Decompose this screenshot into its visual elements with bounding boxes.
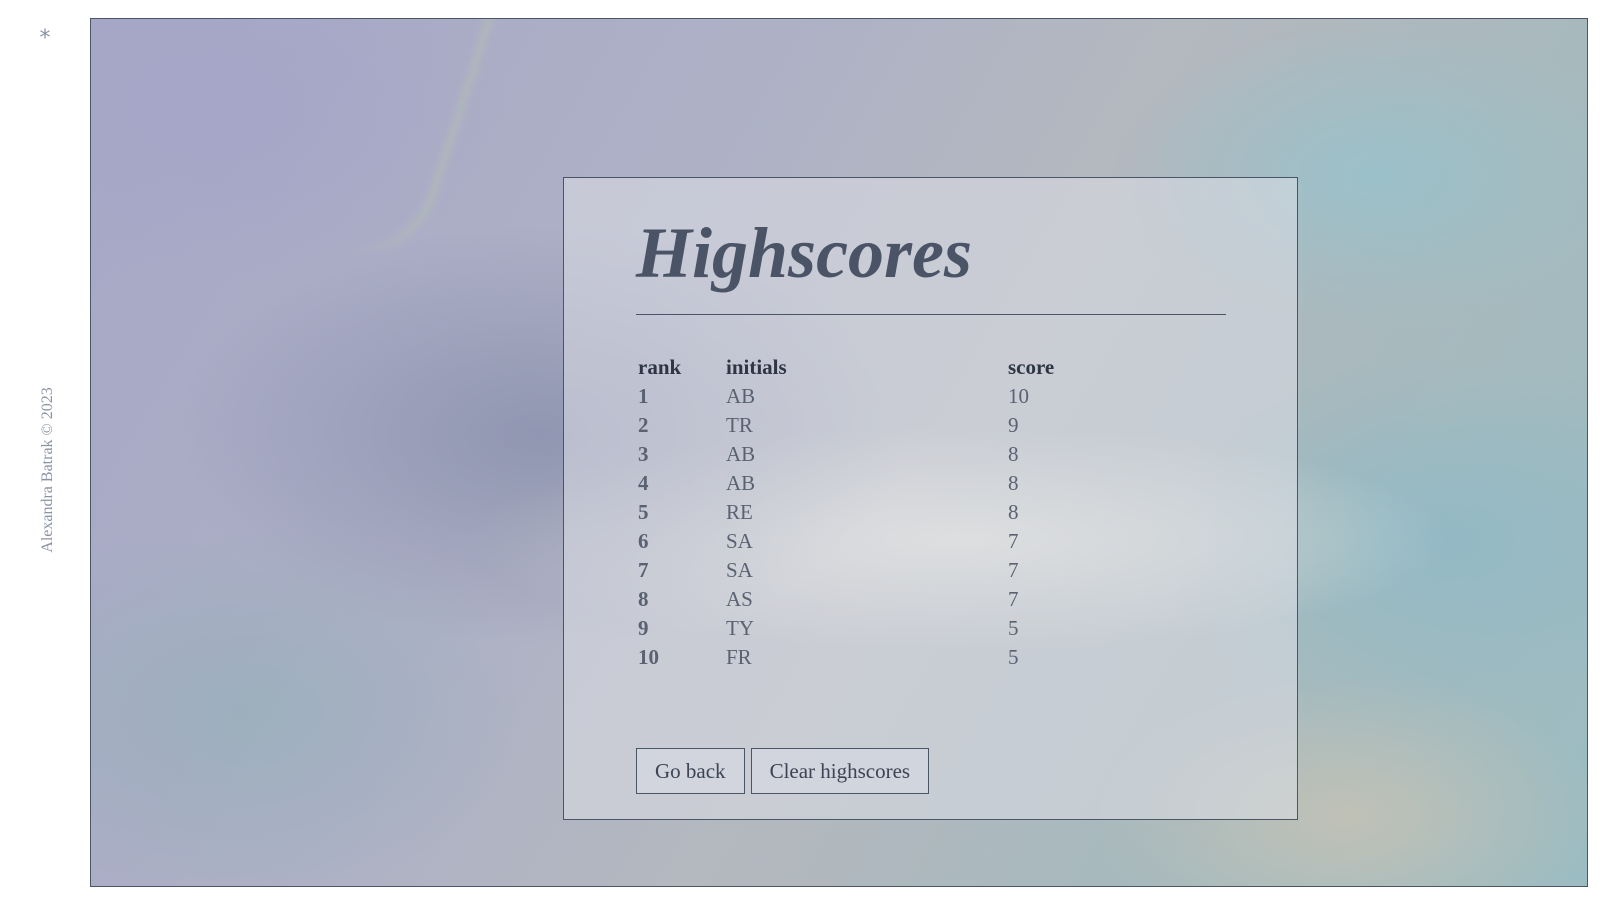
initials-cell: AB <box>726 384 756 408</box>
score-cell: 8 <box>1008 500 1019 524</box>
table-row: 3 AB 8 <box>634 440 1132 469</box>
rank-cell: 1 <box>638 384 649 408</box>
initials-cell: TR <box>726 413 753 437</box>
table-row: 4 AB 8 <box>634 469 1132 498</box>
rank-cell: 7 <box>638 558 649 582</box>
background-stage: Highscores rank initials score 1 AB 10 2 TR 9… <box>90 18 1588 887</box>
score-cell: 10 <box>1008 384 1029 408</box>
score-cell: 5 <box>1008 645 1019 669</box>
rank-cell: 4 <box>638 471 649 495</box>
rank-cell: 2 <box>638 413 649 437</box>
highscores-panel: Highscores rank initials score 1 AB 10 2 TR 9… <box>563 177 1298 820</box>
score-cell: 5 <box>1008 616 1019 640</box>
table-row: 9 TY 5 <box>634 614 1132 643</box>
clear-highscores-button[interactable]: Clear highscores <box>750 748 930 794</box>
rank-cell: 3 <box>638 442 649 466</box>
score-cell: 7 <box>1008 529 1019 553</box>
initials-cell: RE <box>726 500 753 524</box>
initials-cell: TY <box>726 616 754 640</box>
initials-cell: SA <box>726 529 753 553</box>
table-row: 5 RE 8 <box>634 498 1132 527</box>
score-cell: 8 <box>1008 442 1019 466</box>
initials-cell: SA <box>726 558 753 582</box>
rank-cell: 9 <box>638 616 649 640</box>
score-cell: 7 <box>1008 587 1019 611</box>
title-divider <box>636 314 1226 315</box>
rank-cell: 6 <box>638 529 649 553</box>
table-row: 6 SA 7 <box>634 527 1132 556</box>
table-row: 2 TR 9 <box>634 411 1132 440</box>
column-header-rank: rank <box>638 355 682 379</box>
initials-cell: AS <box>726 587 753 611</box>
asterisk-icon: * <box>39 26 51 51</box>
score-cell: 7 <box>1008 558 1019 582</box>
background-streak <box>290 19 498 272</box>
table-header-row: rank initials score <box>634 353 1132 382</box>
rank-cell: 8 <box>638 587 649 611</box>
table-row: 1 AB 10 <box>634 382 1132 411</box>
initials-cell: AB <box>726 471 756 495</box>
page-title: Highscores <box>636 213 973 293</box>
initials-cell: FR <box>726 645 752 669</box>
copyright-credit: Alexandra Batrak © 2023 <box>39 387 56 553</box>
go-back-button[interactable]: Go back <box>636 748 745 794</box>
rank-cell: 5 <box>638 500 649 524</box>
table-row: 8 AS 7 <box>634 585 1132 614</box>
initials-cell: AB <box>726 442 756 466</box>
rank-cell: 10 <box>638 645 659 669</box>
button-group: Go back Clear highscores <box>636 748 930 794</box>
column-header-score: score <box>1008 355 1055 379</box>
table-row: 10 FR 5 <box>634 643 1132 672</box>
score-cell: 8 <box>1008 471 1019 495</box>
highscores-table: rank initials score 1 AB 10 2 TR 9 3 AB 8 4 AB 8 5 RE… <box>634 353 1132 672</box>
column-header-initials: initials <box>726 355 787 379</box>
table-row: 7 SA 7 <box>634 556 1132 585</box>
score-cell: 9 <box>1008 413 1019 437</box>
